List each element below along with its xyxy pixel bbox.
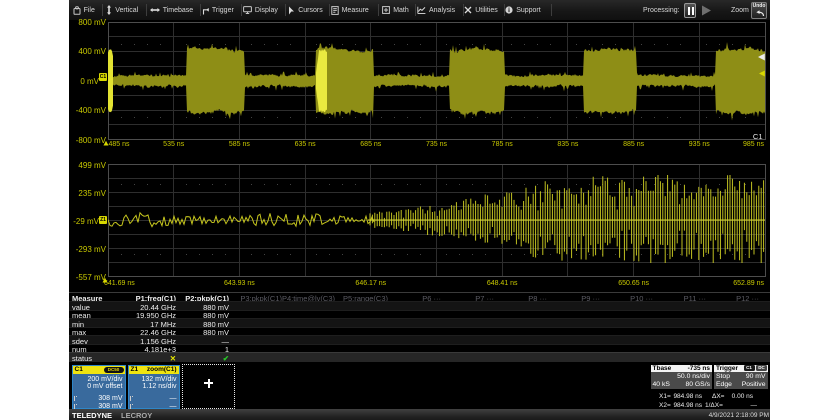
svg-text:C1: C1 (753, 132, 763, 141)
